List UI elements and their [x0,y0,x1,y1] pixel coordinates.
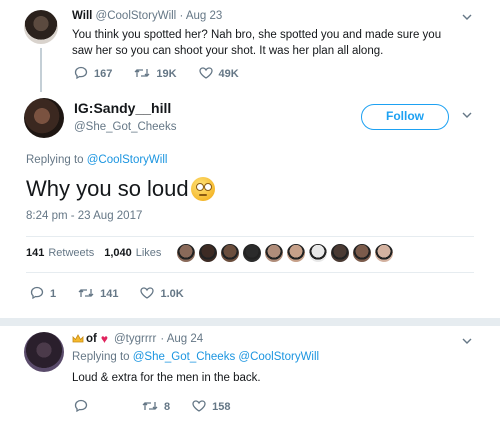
liker-avatar[interactable] [352,243,372,263]
parent-display-name[interactable]: Will [72,10,92,22]
heart-icon [192,399,212,415]
main-more-chevron-icon[interactable] [462,110,472,120]
reply-retweet-button[interactable]: 8 [142,400,170,415]
parent-like-button[interactable]: 49K [198,66,239,82]
follow-button[interactable]: Follow [361,104,449,130]
reply-retweet-count: 8 [164,401,171,413]
main-avatar[interactable] [24,98,64,138]
reply-avatar[interactable] [24,332,64,372]
thread-connector [40,48,42,92]
parent-handle[interactable]: @CoolStoryWill [96,10,177,22]
parent-date[interactable]: · Aug 23 [179,10,222,22]
main-tweet-text-content: Why you so loud [26,176,189,201]
retweet-icon [78,287,100,302]
main-like-button[interactable]: 1.0K [140,286,184,302]
liker-avatar[interactable] [242,243,262,263]
reply-like-count: 158 [212,401,231,413]
reply-replying-to: Replying to @She_Got_Cheeks @CoolStoryWi… [72,351,319,363]
parent-tweet-text: You think you spotted her? Nah bro, she … [72,29,442,57]
main-timestamp[interactable]: 8:24 pm - 23 Aug 2017 [26,210,142,222]
liker-avatar[interactable] [330,243,350,263]
reply-icon [30,286,50,302]
liker-avatar[interactable] [198,243,218,263]
liker-avatar[interactable] [220,243,240,263]
likes-label: Likes [135,247,162,259]
reply-tweet-text: Loud & extra for the men in the back. [72,372,261,384]
liker-avatar[interactable] [176,243,196,263]
main-like-count: 1.0K [160,288,184,300]
replying-prefix: Replying to [26,154,84,166]
main-handle[interactable]: @She_Got_Cheeks [74,121,176,133]
main-reply-count: 1 [50,288,57,300]
parent-action-bar: 167 19K 49K [74,66,261,82]
retweet-icon [142,400,164,415]
parent-like-count: 49K [218,68,239,80]
parent-header: Will @CoolStoryWill · Aug 23 [72,10,222,22]
rolling-eyes-emoji-icon [190,177,215,201]
main-tweet: IG:Sandy__hill @She_Got_Cheeks Follow Re… [0,92,500,308]
reply-handle[interactable]: @tygrrrr [114,333,156,345]
heart-icon [140,286,160,302]
main-display-name[interactable]: IG:Sandy__hill [74,100,171,116]
parent-retweet-button[interactable]: 19K [134,67,177,82]
reply-replying-handles-link[interactable]: @She_Got_Cheeks @CoolStoryWill [133,351,319,363]
main-replying-to: Replying to @CoolStoryWill [26,154,167,166]
replying-to-handle-link[interactable]: @CoolStoryWill [87,154,168,166]
reply-date[interactable]: · Aug 24 [160,333,203,345]
reply-icon [74,399,94,415]
liker-avatar[interactable] [286,243,306,263]
main-action-bar: 1 141 1.0K [30,286,206,302]
reply-icon [74,66,94,82]
retweet-total: 141 [26,247,45,259]
liker-avatars [176,243,396,263]
conversation-separator [0,318,500,326]
retweets-stat-link[interactable]: 141 Retweets [26,247,94,259]
parent-tweet[interactable]: Will @CoolStoryWill · Aug 23 You think y… [0,0,500,92]
likes-stat-link[interactable]: 1,040 Likes [104,247,161,259]
retweets-label: Retweets [48,247,95,259]
parent-more-chevron-icon[interactable] [462,12,472,22]
main-tweet-text: Why you so loud [26,176,215,202]
reply-replying-prefix: Replying to [72,351,130,363]
parent-retweet-count: 19K [156,68,177,80]
crown-emoji-icon [72,334,84,344]
reply-like-button[interactable]: 158 [192,399,231,415]
stats-divider-top [26,236,474,237]
liker-avatar[interactable] [374,243,394,263]
stats-divider-bottom [26,272,474,273]
main-reply-button[interactable]: 1 [30,286,56,302]
main-retweet-count: 141 [100,288,119,300]
red-heart-emoji-icon: ♥ [100,332,108,346]
liker-avatar[interactable] [264,243,284,263]
parent-reply-button[interactable]: 167 [74,66,112,82]
parent-reply-count: 167 [94,68,113,80]
like-total: 1,040 [104,247,132,259]
parent-avatar[interactable] [24,10,58,44]
main-retweet-button[interactable]: 141 [78,287,118,302]
reply-more-chevron-icon[interactable] [462,336,472,346]
engagement-stats: 141 Retweets 1,040 Likes [26,247,161,259]
retweet-icon [134,67,156,82]
reply-tweet[interactable]: of ♥ @tygrrrr · Aug 24 Replying to @She_… [0,326,500,423]
reply-header: of ♥ @tygrrrr · Aug 24 [72,332,203,346]
reply-action-bar: 8 158 [74,399,252,415]
heart-icon [198,66,219,82]
reply-reply-button[interactable] [74,399,94,415]
liker-avatar[interactable] [308,243,328,263]
reply-display-name[interactable]: of [86,333,97,345]
